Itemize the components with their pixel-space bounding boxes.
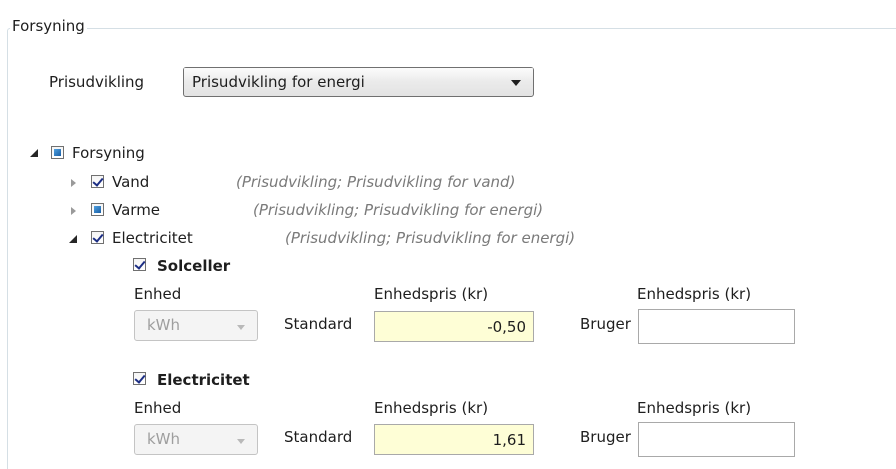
- tree-item-electricitet-label: Electricitet: [112, 229, 193, 247]
- expand-closed-icon[interactable]: [71, 179, 76, 187]
- tree-item-electricitet-desc: (Prisudvikling; Prisudvikling for energi…: [285, 229, 576, 247]
- tree-item-vand-label: Vand: [112, 173, 150, 191]
- tree-item-varme-label: Varme: [112, 201, 161, 219]
- expand-closed-icon[interactable]: [71, 207, 76, 215]
- tree-item-vand-desc: (Prisudvikling; Prisudvikling for vand): [236, 173, 516, 191]
- unit-value: kWh: [147, 430, 181, 448]
- expand-open-icon[interactable]: [30, 149, 38, 157]
- standard-price-value: 1,61: [492, 431, 526, 449]
- dropdown-selected-value: Prisudvikling for energi: [192, 73, 365, 91]
- standard-price-field: 1,61: [374, 424, 534, 455]
- chevron-down-icon: [237, 325, 245, 330]
- groupbox-title: Forsyning: [10, 17, 87, 35]
- unit-label: Enhed: [134, 285, 182, 303]
- user-price-input[interactable]: [638, 309, 795, 344]
- tree-root-label: Forsyning: [72, 144, 145, 162]
- expand-open-icon[interactable]: [69, 235, 77, 243]
- user-price-label: Enhedspris (kr): [637, 285, 752, 303]
- chevron-down-icon: [511, 80, 521, 86]
- unit-dropdown[interactable]: kWh: [134, 424, 258, 455]
- unit-value: kWh: [147, 316, 181, 334]
- standard-price-field: -0,50: [374, 311, 534, 342]
- tree-item-varme-desc: (Prisudvikling; Prisudvikling for energi…: [253, 201, 544, 219]
- tree-item-varme-checkbox[interactable]: [91, 203, 104, 216]
- user-label: Bruger: [580, 428, 631, 446]
- unit-dropdown[interactable]: kWh: [134, 310, 258, 341]
- standard-price-value: -0,50: [487, 318, 526, 336]
- unit-label: Enhed: [134, 399, 182, 417]
- prisudvikling-label: Prisudvikling: [49, 73, 145, 91]
- solceller-label: Solceller: [157, 257, 231, 275]
- electricitet-label: Electricitet: [157, 371, 250, 389]
- tree-item-electricitet-checkbox[interactable]: [91, 231, 104, 244]
- user-price-label: Enhedspris (kr): [637, 399, 752, 417]
- electricitet-checkbox[interactable]: [133, 372, 146, 385]
- tree-item-vand-checkbox[interactable]: [91, 175, 104, 188]
- chevron-down-icon: [237, 439, 245, 444]
- standard-price-label: Enhedspris (kr): [374, 285, 489, 303]
- user-price-input[interactable]: [638, 422, 795, 457]
- standard-label: Standard: [284, 315, 353, 333]
- standard-price-label: Enhedspris (kr): [374, 399, 489, 417]
- tree-root-checkbox[interactable]: [51, 146, 64, 159]
- standard-label: Standard: [284, 428, 353, 446]
- prisudvikling-dropdown[interactable]: Prisudvikling for energi: [183, 67, 534, 97]
- solceller-checkbox[interactable]: [133, 258, 146, 271]
- user-label: Bruger: [580, 315, 631, 333]
